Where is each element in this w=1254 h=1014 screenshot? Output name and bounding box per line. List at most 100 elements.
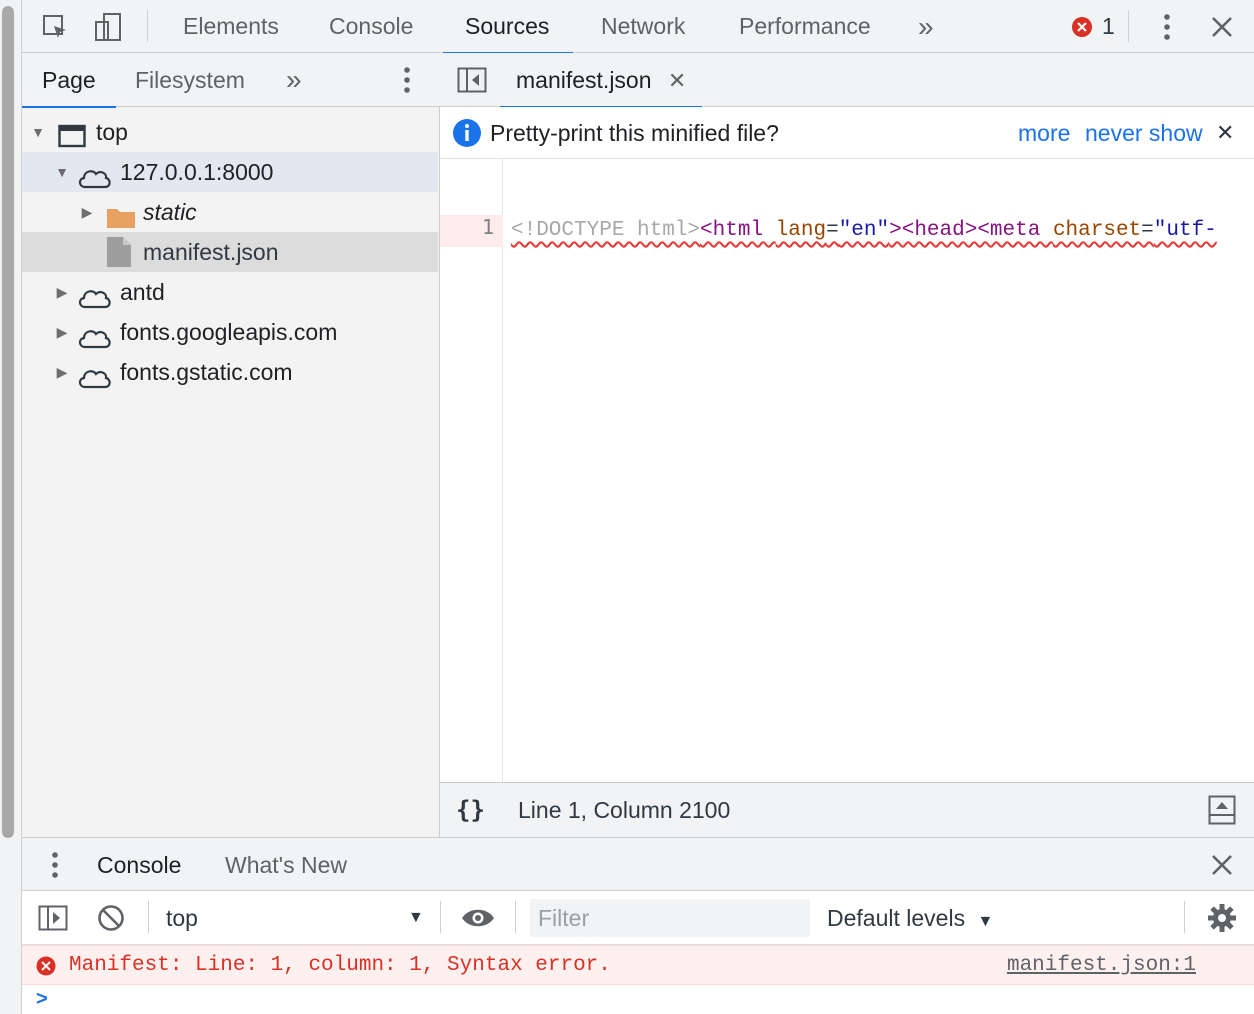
close-drawer-icon[interactable] [1205,848,1239,882]
code-editor[interactable]: 1 <!DOCTYPE html><html lang="en"><head><… [440,159,1254,887]
settings-gear-icon[interactable] [1205,901,1239,935]
context-select-value: top [166,905,198,931]
tree-item-label: fonts.googleapis.com [120,319,338,345]
error-count-icon[interactable] [1065,10,1099,44]
clear-console-icon[interactable] [94,901,128,935]
drawer-menu-icon[interactable] [38,848,72,882]
chevron-down-icon: ▼ [408,909,424,926]
page-scrollbar[interactable] [0,0,22,1014]
tree-item-manifest[interactable]: manifest.json [22,232,438,272]
code-charset-value: "utf- [1153,219,1217,242]
toolbar-divider [515,901,516,933]
more-tabs-icon[interactable]: » [918,0,934,53]
toolbar-divider [1184,901,1185,933]
drawer-tab-console[interactable]: Console [76,838,202,893]
toggle-navigator-icon[interactable] [455,63,489,97]
toolbar-divider [440,901,441,933]
kebab-menu-icon[interactable] [1150,10,1184,44]
tab-performance[interactable]: Performance [739,0,871,53]
cloud-icon [76,361,112,401]
toolbar-divider [148,901,149,933]
code-equals: = [1141,219,1154,242]
close-tab-icon[interactable]: ✕ [668,68,686,93]
pretty-print-icon[interactable]: {} [456,783,485,838]
navigator-pane: Page Filesystem » ▼ top ▼ 127.0.0.1:8000… [22,53,440,837]
chevron-down-icon: ▼ [977,913,994,930]
expand-triangle-icon[interactable]: ▼ [30,112,46,152]
code-charset-attr: charset [1052,219,1142,242]
expand-triangle-icon[interactable]: ▼ [54,152,70,192]
code-equals: = [826,219,839,242]
info-icon [452,118,482,153]
tab-network[interactable]: Network [601,0,685,53]
toggle-debugger-icon[interactable] [1208,795,1236,830]
log-levels-dropdown[interactable]: Default levels ▼ [827,891,993,949]
tree-item-googleapis[interactable]: ▶ fonts.googleapis.com [22,312,438,352]
code-doctype: <!DOCTYPE html> [511,219,701,242]
tab-filesystem[interactable]: Filesystem [135,53,245,107]
tree-item-antd[interactable]: ▶ antd [22,272,438,312]
devtools-main-toolbar: Elements Console Sources Network Perform… [22,0,1254,54]
tree-item-label: static [143,199,197,225]
line-gutter: 1 [440,159,503,835]
scrollbar-thumb[interactable] [2,6,14,838]
file-tab-manifest[interactable]: manifest.json ✕ [500,53,703,108]
tree-item-gstatic[interactable]: ▶ fonts.gstatic.com [22,352,438,392]
error-source-link[interactable]: manifest.json:1 [1007,946,1196,986]
code-lang-value: "en" [838,219,890,242]
collapse-triangle-icon[interactable]: ▶ [54,272,70,312]
code-lang-attr: lang [775,219,827,242]
close-devtools-icon[interactable] [1205,10,1239,44]
infobar-message: Pretty-print this minified file? [490,120,779,146]
tree-item-label: 127.0.0.1:8000 [120,159,274,185]
tree-item-label: fonts.gstatic.com [120,359,293,385]
tab-console[interactable]: Console [329,0,413,53]
more-link[interactable]: more [1018,107,1070,159]
never-show-link[interactable]: never show [1085,107,1203,159]
editor-pane: manifest.json ✕ Pretty-print this minifi… [440,53,1254,887]
filter-input[interactable] [530,899,810,937]
show-sidebar-icon[interactable] [36,901,70,935]
console-prompt-chevron-icon[interactable]: > [36,988,48,1011]
tree-item-label: top [96,119,128,145]
device-toolbar-icon[interactable] [92,10,126,44]
collapse-triangle-icon[interactable]: ▶ [54,312,70,352]
inspect-element-icon[interactable] [38,10,72,44]
close-infobar-icon[interactable]: ✕ [1216,107,1234,159]
tree-item-label: manifest.json [143,239,279,265]
console-toolbar: top ▼ Default levels ▼ [22,891,1254,945]
error-icon [36,956,56,981]
log-levels-label: Default levels [827,905,966,931]
file-tab-label: manifest.json [516,67,652,93]
tab-elements[interactable]: Elements [183,0,279,53]
console-error-message[interactable]: Manifest: Line: 1, column: 1, Syntax err… [22,945,1254,985]
tree-item-origin[interactable]: ▼ 127.0.0.1:8000 [22,152,438,192]
tab-page[interactable]: Page [22,53,116,108]
drawer-tab-whats-new[interactable]: What's New [225,838,347,892]
tree-item-top[interactable]: ▼ top [22,112,438,152]
editor-tab-bar: manifest.json ✕ [440,53,1254,108]
navigator-menu-icon[interactable] [390,63,424,97]
collapse-triangle-icon[interactable]: ▶ [54,352,70,392]
drawer-tab-bar: Console What's New [22,837,1254,893]
tree-item-static[interactable]: ▶ static [22,192,438,232]
editor-status-bar: {} Line 1, Column 2100 [440,782,1254,837]
navigator-tabs: Page Filesystem » [22,53,440,108]
filter-input-wrapper [530,899,810,937]
more-nav-tabs-icon[interactable]: » [286,53,302,107]
cursor-position: Line 1, Column 2100 [518,797,731,823]
pretty-print-infobar: Pretty-print this minified file? more ne… [440,107,1254,159]
toolbar-divider [1128,10,1129,42]
toolbar-divider [147,10,148,42]
line-number: 1 [481,215,494,239]
collapse-triangle-icon[interactable]: ▶ [79,192,95,232]
error-count[interactable]: 1 [1102,0,1115,53]
code-html-tag: <html [700,219,776,242]
live-expression-eye-icon[interactable] [461,901,495,935]
context-select[interactable]: top ▼ [166,891,424,945]
code-line-1[interactable]: <!DOCTYPE html><html lang="en"><head><me… [511,215,1217,247]
tree-item-label: antd [120,279,165,305]
error-text: Manifest: Line: 1, column: 1, Syntax err… [69,954,611,977]
tab-sources[interactable]: Sources [442,0,574,54]
code-head-meta-tags: ><head><meta [889,219,1053,242]
